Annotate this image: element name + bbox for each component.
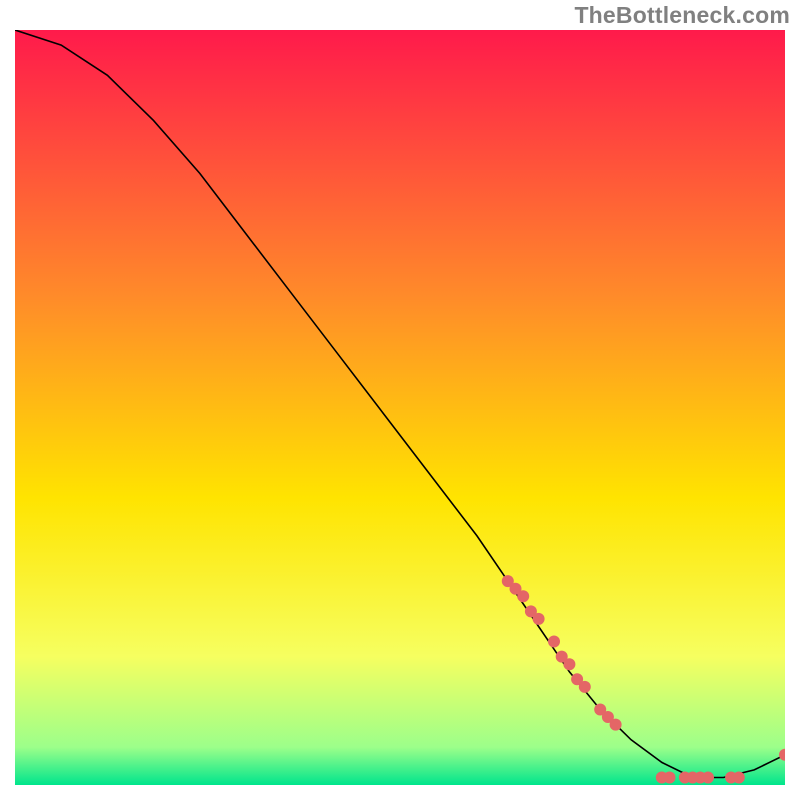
marker-pts-desc-3 bbox=[517, 590, 529, 602]
marker-pts-desc-6 bbox=[548, 636, 560, 648]
plot-area bbox=[15, 30, 785, 785]
marker-pts-flat-8 bbox=[733, 772, 745, 784]
gradient-bg bbox=[15, 30, 785, 785]
marker-pts-desc-5 bbox=[533, 613, 545, 625]
marker-pts-desc-13 bbox=[610, 719, 622, 731]
watermark-text: TheBottleneck.com bbox=[574, 2, 790, 29]
chart-stage: TheBottleneck.com bbox=[0, 0, 800, 800]
marker-pts-flat-2 bbox=[664, 772, 676, 784]
marker-pts-desc-10 bbox=[579, 681, 591, 693]
marker-pts-desc-8 bbox=[563, 658, 575, 670]
marker-pts-flat-6 bbox=[702, 772, 714, 784]
chart-svg bbox=[15, 30, 785, 785]
